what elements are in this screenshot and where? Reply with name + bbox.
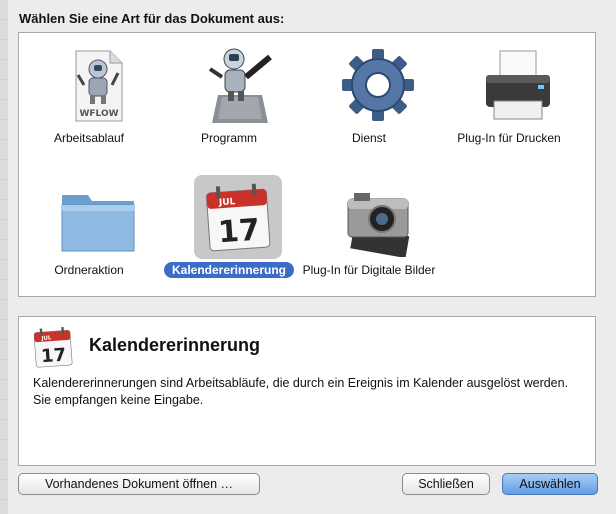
type-folder-action[interactable]: Ordneraktion — [19, 169, 159, 289]
type-application-label: Programm — [159, 131, 299, 146]
document-type-chooser: WFLOW Arbeitsablauf Programm Dienst Plug… — [18, 32, 596, 297]
chooser-prompt: Wählen Sie eine Art für das Dokument aus… — [19, 11, 285, 26]
type-label: Arbeitsablauf — [53, 131, 125, 145]
workflow-badge-text: WFLOW — [79, 109, 118, 119]
type-workflow-icon-box: WFLOW — [54, 43, 142, 127]
calendar-day-text: 17 — [40, 345, 66, 368]
gear-icon — [342, 49, 414, 121]
type-label: Programm — [200, 131, 257, 145]
type-folder-action-label: Ordneraktion — [19, 263, 159, 278]
camera-icon — [347, 193, 410, 257]
type-image-capture-plugin-label: Plug-In für Digitale Bilder — [299, 263, 439, 278]
workflow-document-icon: WFLOW — [75, 50, 123, 122]
type-calendar-alarm-icon-box: JUL 17 — [194, 175, 282, 259]
type-print-plugin[interactable]: Plug-In für Drucken — [439, 37, 579, 157]
description-panel: JUL 17 Kalendererinnerung Kalendererinne… — [18, 316, 596, 466]
type-service-label: Dienst — [299, 131, 439, 146]
type-service[interactable]: Dienst — [299, 37, 439, 157]
choose-button[interactable]: Auswählen — [502, 473, 598, 495]
type-print-plugin-icon-box — [474, 43, 562, 127]
description-title: Kalendererinnerung — [89, 335, 261, 355]
type-print-plugin-label: Plug-In für Drucken — [439, 131, 579, 146]
folder-icon — [61, 195, 135, 252]
type-label: Plug-In für Drucken — [457, 131, 561, 145]
type-service-icon-box — [334, 43, 422, 127]
new-document-sheet: Wählen Sie eine Art für das Dokument aus… — [8, 0, 616, 514]
calendar-day-text: 17 — [217, 213, 261, 251]
type-label: Plug-In für Digitale Bilder — [302, 263, 436, 277]
type-calendar-alarm-label: Kalendererinnerung — [159, 262, 299, 278]
description-text: Kalendererinnerungen sind Arbeitsabläufe… — [33, 376, 569, 407]
type-label: Ordneraktion — [54, 263, 124, 277]
type-application-icon-box — [194, 43, 282, 127]
type-workflow[interactable]: WFLOW Arbeitsablauf — [19, 37, 159, 157]
calendar-icon: JUL 17 — [206, 183, 271, 252]
type-image-capture-plugin[interactable]: Plug-In für Digitale Bilder — [299, 169, 439, 289]
type-calendar-alarm[interactable]: JUL 17 Kalendererinnerung — [159, 169, 299, 289]
calendar-month-text: JUL — [40, 335, 52, 342]
type-application[interactable]: Programm — [159, 37, 299, 157]
close-button[interactable]: Schließen — [402, 473, 490, 495]
calendar-month-text: JUL — [218, 197, 236, 208]
calendar-icon: JUL 17 — [33, 327, 73, 368]
type-label-selected: Kalendererinnerung — [163, 262, 295, 278]
type-image-capture-plugin-icon-box — [334, 175, 422, 259]
type-folder-action-icon-box — [54, 175, 142, 259]
printer-icon — [486, 50, 550, 120]
open-existing-document-button[interactable]: Vorhandenes Dokument öffnen … — [18, 473, 260, 495]
type-label: Dienst — [351, 131, 386, 145]
automator-robot-icon — [208, 48, 272, 123]
type-workflow-label: Arbeitsablauf — [19, 131, 159, 146]
